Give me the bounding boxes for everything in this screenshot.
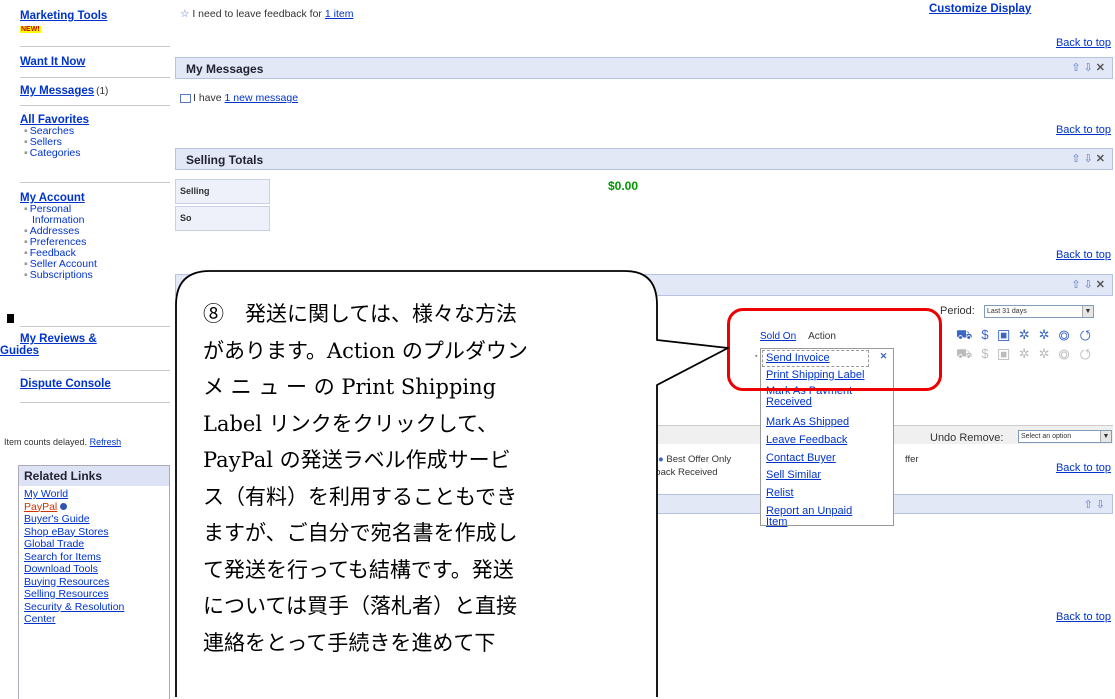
callout-line-2: があります。Action のプルダウン	[203, 338, 528, 363]
callout-text: ⑧ 発送に関しては、様々な方法 があります。Action のプルダウン メ ニ …	[203, 296, 630, 661]
callout-line-8: て発送を行っても結構です。発送	[203, 557, 514, 582]
callout-line-4: Label リンクをクリックして、	[203, 411, 499, 436]
callout-line-6: ス（有料）を利用することもでき	[203, 484, 518, 509]
callout-line-7: ますが、ご自分で宛名書を作成し	[203, 521, 518, 545]
callout-line-1: ⑧ 発送に関しては、様々な方法	[203, 302, 517, 326]
callout-line-5: PayPal の発送ラベル作成サービ	[203, 448, 511, 472]
callout-line-9: については買手（落札者）と直接	[203, 594, 517, 618]
callout-line-10: 連絡をとって手続きを進めて下	[203, 630, 496, 655]
callout-line-3: メ ニ ュ ー の Print Shipping	[203, 375, 497, 399]
